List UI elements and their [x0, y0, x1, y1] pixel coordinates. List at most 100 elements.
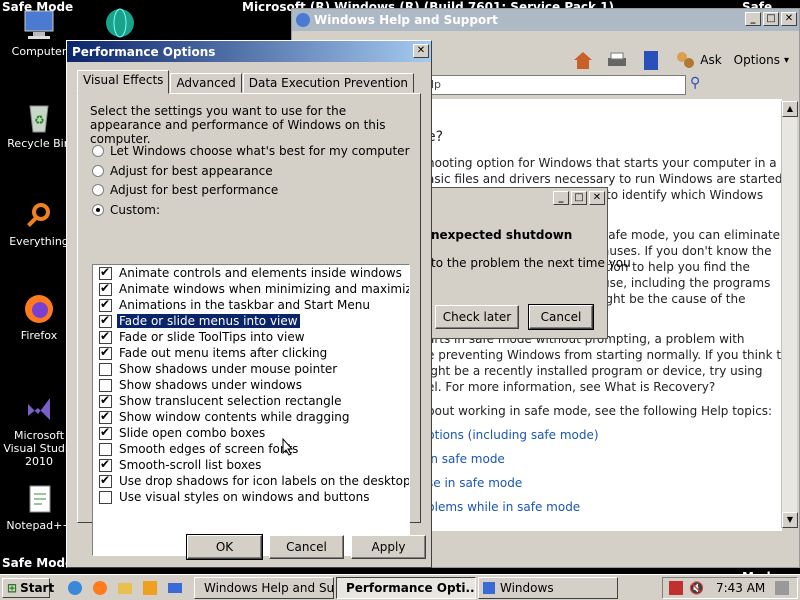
scroll-down-icon[interactable]: ▼ [782, 512, 798, 528]
browse-help-icon[interactable] [640, 49, 662, 71]
checkbox[interactable] [99, 362, 112, 376]
visual-effect-option[interactable]: Show shadows under windows [93, 377, 409, 393]
checkbox[interactable] [99, 442, 112, 456]
close-button[interactable]: ✕ [413, 44, 429, 58]
close-button[interactable]: ✕ [781, 12, 797, 26]
tab-visual-effects[interactable]: Visual Effects [77, 70, 170, 94]
task-help-and-support[interactable]: Windows Help and Su... [194, 576, 334, 599]
ok-button[interactable]: OK [186, 534, 263, 560]
tab-advanced[interactable]: Advanced [170, 73, 242, 93]
radio-button[interactable] [92, 145, 104, 157]
help-icon [296, 13, 310, 27]
radio-best-appearance[interactable]: Adjust for best appearance [92, 164, 273, 178]
radio-label: Let Windows choose what's best for my co… [110, 144, 410, 158]
radio-button[interactable] [92, 184, 104, 196]
visual-effect-option[interactable]: Smooth-scroll list boxes [93, 457, 409, 473]
checkbox[interactable] [99, 297, 112, 312]
checkbox[interactable] [99, 329, 112, 344]
visual-effect-option[interactable]: Smooth edges of screen fonts [93, 441, 409, 457]
visual-effect-option[interactable]: Fade out menu items after clicking [93, 345, 409, 361]
task-performance-options[interactable]: Performance Opti... [336, 576, 476, 599]
visual-effect-option[interactable]: Show translucent selection rectangle [93, 393, 409, 409]
visual-effect-option[interactable]: Animate windows when minimizing and maxi… [93, 281, 409, 297]
radio-custom[interactable]: Custom: [92, 203, 160, 217]
checkbox[interactable] [99, 490, 112, 504]
minimize-button[interactable]: _ [745, 12, 761, 26]
home-icon[interactable] [572, 49, 594, 71]
option-label: Fade out menu items after clicking [119, 346, 328, 360]
visual-effect-option[interactable]: Use drop shadows for icon labels on the … [93, 473, 409, 489]
shutdown-dialog-titlebar[interactable]: _ □ ✕ [431, 188, 607, 210]
radio-best-performance[interactable]: Adjust for best performance [92, 183, 278, 197]
radio-button[interactable] [92, 204, 104, 216]
cancel-button[interactable]: Cancel [269, 535, 344, 559]
checkbox[interactable] [99, 281, 112, 296]
windows-icon [483, 581, 495, 594]
ask-button[interactable]: Ask [700, 53, 721, 67]
option-label: Animations in the taskbar and Start Menu [119, 298, 370, 312]
visual-effect-option[interactable]: Fade or slide ToolTips into view [93, 329, 409, 345]
help-link[interactable]: blems while in safe mode [427, 499, 580, 515]
perf-description: Select the settings you want to use for … [90, 104, 386, 146]
firefox-icon[interactable] [91, 579, 109, 597]
help-paragraph: hooting option for Windows that starts y… [427, 156, 777, 170]
help-paragraph: e preventing Windows from starting norma… [427, 348, 782, 362]
checkbox[interactable] [99, 409, 112, 424]
visual-effect-option[interactable]: Show window contents while dragging [93, 409, 409, 425]
radio-button[interactable] [92, 165, 104, 177]
checkbox[interactable] [99, 457, 112, 472]
close-button[interactable]: ✕ [589, 191, 605, 205]
desktop-icon-network[interactable] [98, 6, 142, 43]
visual-effect-option[interactable]: Use visual styles on windows and buttons [93, 489, 409, 505]
explorer-icon[interactable] [116, 579, 134, 597]
help-link[interactable]: se in safe mode [427, 475, 522, 491]
internet-explorer-icon[interactable] [66, 579, 84, 597]
tab-data-execution-prevention[interactable]: Data Execution Prevention [242, 73, 415, 93]
perf-titlebar[interactable]: Performance Options ✕ [67, 41, 431, 62]
visual-effect-option[interactable]: Fade or slide menus into view [93, 313, 409, 329]
checkbox[interactable] [99, 265, 112, 280]
show-desktop-icon[interactable] [775, 581, 790, 595]
task-label: Performance Opti... [346, 580, 476, 595]
visual-effect-option[interactable]: Slide open combo boxes [93, 425, 409, 441]
options-button[interactable]: Options [734, 53, 780, 67]
shutdown-cancel-button[interactable]: Cancel [528, 304, 594, 330]
maximize-button[interactable]: □ [763, 12, 779, 26]
checkbox[interactable] [99, 393, 112, 408]
search-input[interactable]: lp [426, 75, 686, 95]
apply-button[interactable]: Apply [351, 535, 426, 559]
action-center-icon[interactable] [669, 581, 683, 595]
visual-effect-option[interactable]: Animations in the taskbar and Start Menu [93, 297, 409, 313]
clock[interactable]: 7:43 AM [716, 581, 765, 595]
help-window-titlebar[interactable]: Windows Help and Support _ □ ✕ [292, 9, 799, 31]
mouse-cursor-icon [282, 437, 294, 459]
checkbox[interactable] [99, 378, 112, 392]
help-window-title: Windows Help and Support [314, 13, 498, 27]
checkbox[interactable] [99, 425, 112, 440]
maximize-button[interactable]: □ [571, 191, 587, 205]
checkbox[interactable] [99, 345, 112, 360]
scroll-up-icon[interactable]: ▲ [782, 101, 798, 117]
windows-logo-icon: ⊞ [7, 580, 18, 595]
start-button[interactable]: ⊞ Start [2, 577, 54, 598]
print-icon[interactable] [606, 49, 628, 71]
checkbox[interactable] [99, 313, 112, 328]
minimize-button[interactable]: _ [553, 191, 569, 205]
help-scrollbar[interactable]: ▲ ▼ [781, 101, 798, 528]
desktop-icon[interactable] [166, 579, 184, 597]
radio-let-windows-choose[interactable]: Let Windows choose what's best for my co… [92, 144, 410, 158]
check-later-button[interactable]: Check later [435, 305, 519, 329]
help-link[interactable]: ptions (including safe mode) [427, 427, 599, 443]
ask-icon[interactable] [674, 49, 696, 71]
media-player-icon[interactable] [141, 579, 159, 597]
search-icon[interactable]: ⚲ [690, 75, 700, 91]
task-windows[interactable]: Windows [478, 576, 618, 599]
volume-muted-icon[interactable]: 🔇 [689, 581, 704, 595]
visual-effect-option[interactable]: Show shadows under mouse pointer [93, 361, 409, 377]
visual-effects-list[interactable]: Animate controls and elements inside win… [92, 264, 410, 556]
help-link[interactable]: in safe mode [427, 451, 505, 467]
visual-effect-option[interactable]: Animate controls and elements inside win… [93, 265, 409, 281]
option-label: Fade or slide ToolTips into view [119, 330, 305, 344]
checkbox[interactable] [99, 473, 112, 488]
chevron-down-icon[interactable]: ▾ [784, 55, 789, 66]
